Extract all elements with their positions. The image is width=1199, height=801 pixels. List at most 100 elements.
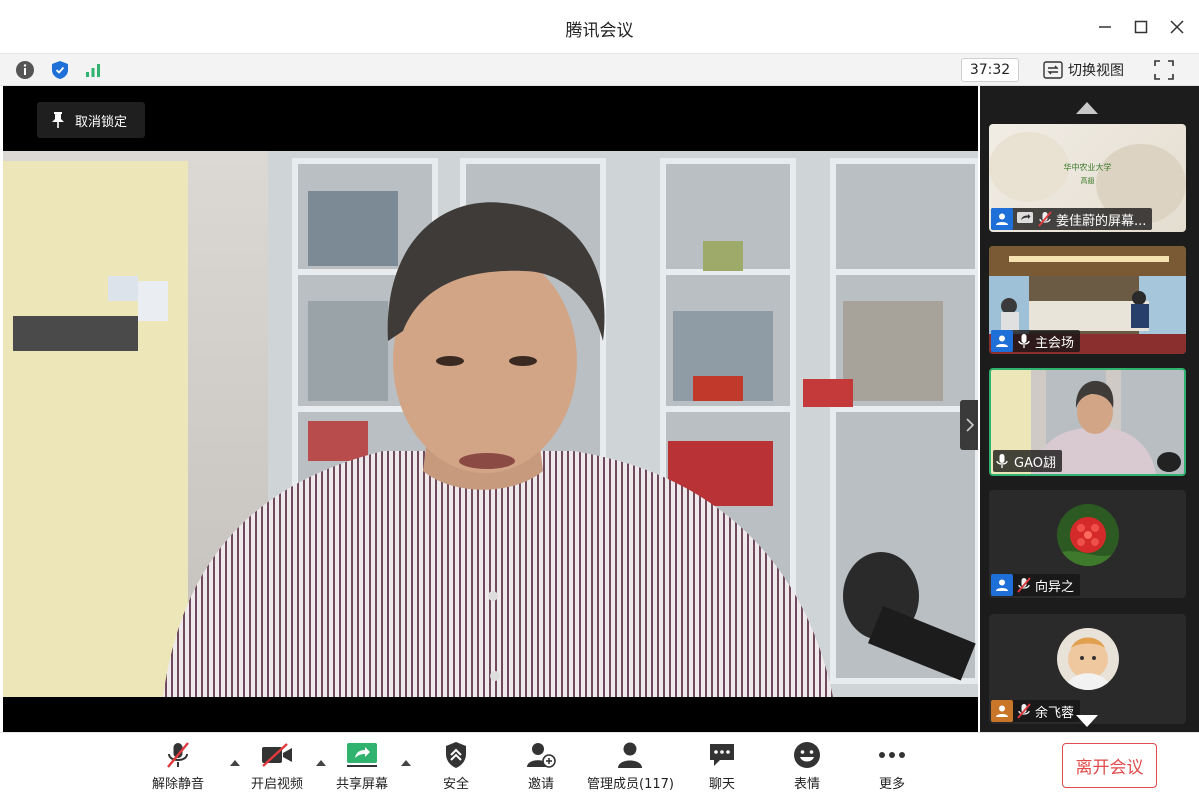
invite-label: 邀请 bbox=[527, 777, 554, 792]
shield-icon bbox=[52, 61, 68, 79]
chat-icon bbox=[710, 744, 734, 766]
unmute-label: 解除静音 bbox=[152, 777, 205, 792]
participant-nameplate: 向异之 bbox=[991, 574, 1081, 596]
caret-up-icon bbox=[230, 760, 240, 766]
user-avatar-icon bbox=[991, 574, 1013, 596]
minimize-button[interactable] bbox=[1090, 12, 1120, 42]
participant-name: 主会场 bbox=[1035, 335, 1075, 351]
fullscreen-button[interactable] bbox=[1153, 59, 1177, 81]
video-options-caret[interactable] bbox=[315, 753, 327, 766]
caret-up-icon bbox=[316, 760, 326, 766]
participant-name: 余飞蓉 bbox=[1035, 705, 1075, 721]
invite-button[interactable]: 邀请 bbox=[525, 741, 557, 792]
fullscreen-icon bbox=[1154, 60, 1174, 80]
minimize-icon bbox=[1099, 26, 1111, 28]
slide-title: 华中农业大学 bbox=[1063, 163, 1112, 172]
speaker-video bbox=[3, 151, 978, 697]
participant-avatar bbox=[1057, 628, 1119, 690]
share-options-caret[interactable] bbox=[400, 753, 412, 766]
maximize-icon bbox=[1134, 20, 1148, 34]
security-status-button[interactable] bbox=[49, 59, 71, 81]
unmute-button[interactable]: 解除静音 bbox=[152, 741, 204, 792]
add-user-icon bbox=[527, 743, 556, 768]
window-title: 腾讯会议 bbox=[565, 21, 634, 41]
security-button[interactable]: 安全 bbox=[440, 741, 472, 792]
user-avatar-icon bbox=[991, 208, 1013, 230]
smiley-icon bbox=[794, 742, 820, 768]
signal-strength-icon bbox=[86, 64, 100, 77]
share-screen-icon bbox=[347, 743, 377, 767]
scroll-up-button[interactable] bbox=[1075, 100, 1099, 114]
switch-view-icon bbox=[1043, 61, 1063, 79]
speaker-video-image bbox=[3, 151, 978, 697]
meeting-info-button[interactable] bbox=[14, 59, 36, 81]
participant-nameplate: 主会场 bbox=[991, 330, 1081, 352]
meeting-toolbar: 解除静音 开启视频 共享屏幕 安全 邀请 管理成员(117) 聊天 表情 更多 … bbox=[0, 732, 1199, 801]
network-status-button[interactable] bbox=[82, 59, 104, 81]
leave-meeting-button[interactable]: 离开会议 bbox=[1062, 743, 1157, 788]
user-avatar-icon bbox=[991, 700, 1013, 722]
participant-tile-active-speaker[interactable]: GAO翃 bbox=[989, 368, 1186, 476]
main-video-area[interactable]: 取消锁定 bbox=[3, 86, 978, 732]
audio-options-caret[interactable] bbox=[229, 753, 241, 766]
meeting-info-bar: 37:32 切换视图 bbox=[0, 54, 1199, 86]
caret-up-icon bbox=[1076, 102, 1098, 114]
more-dots-icon bbox=[879, 752, 905, 758]
unpin-button[interactable]: 取消锁定 bbox=[37, 102, 145, 138]
unpin-label: 取消锁定 bbox=[75, 114, 128, 130]
more-button[interactable]: 更多 bbox=[876, 741, 908, 792]
members-icon bbox=[618, 742, 643, 768]
maximize-button[interactable] bbox=[1126, 12, 1156, 42]
participant-tile[interactable]: 华中农业大学 高翅 姜佳蔚的屏幕... bbox=[989, 124, 1186, 232]
participant-nameplate: 姜佳蔚的屏幕... bbox=[991, 208, 1153, 230]
manage-members-button[interactable]: 管理成员(117) bbox=[587, 741, 674, 792]
participant-sidebar: 华中农业大学 高翅 姜佳蔚的屏幕... 主会场 GAO翃 向异之 余飞蓉 bbox=[980, 86, 1199, 732]
slide-subtitle: 高翅 bbox=[1080, 177, 1095, 185]
mic-muted-icon bbox=[167, 742, 189, 768]
share-screen-label: 共享屏幕 bbox=[336, 777, 389, 792]
mic-icon bbox=[996, 454, 1008, 468]
pin-icon bbox=[52, 112, 64, 128]
manage-members-label: 管理成员(117) bbox=[587, 777, 674, 792]
close-icon bbox=[1170, 20, 1184, 34]
participant-name: 姜佳蔚的屏幕... bbox=[1056, 213, 1147, 229]
info-icon bbox=[16, 61, 34, 79]
caret-down-icon bbox=[1076, 715, 1098, 727]
security-label: 安全 bbox=[442, 777, 469, 792]
reactions-label: 表情 bbox=[793, 777, 820, 792]
mic-muted-icon bbox=[1017, 577, 1031, 593]
participant-tile[interactable]: 主会场 bbox=[989, 246, 1186, 354]
title-bar: 腾讯会议 bbox=[0, 0, 1199, 54]
participant-name: 向异之 bbox=[1035, 579, 1075, 595]
collapse-sidebar-button[interactable] bbox=[960, 400, 978, 450]
caret-up-icon bbox=[401, 760, 411, 766]
camera-off-icon bbox=[262, 743, 292, 767]
chevron-right-icon bbox=[966, 418, 975, 432]
meeting-timer: 37:32 bbox=[961, 58, 1019, 82]
participant-avatar bbox=[1057, 504, 1119, 566]
chat-label: 聊天 bbox=[708, 777, 735, 792]
participant-tile[interactable]: 向异之 bbox=[989, 490, 1186, 598]
reactions-button[interactable]: 表情 bbox=[791, 741, 823, 792]
mic-muted-icon bbox=[1017, 703, 1031, 719]
chat-button[interactable]: 聊天 bbox=[706, 741, 738, 792]
shield-icon bbox=[446, 742, 466, 768]
start-video-button[interactable]: 开启视频 bbox=[251, 741, 303, 792]
flower-avatar-image bbox=[1057, 504, 1119, 566]
participant-nameplate: 余飞蓉 bbox=[991, 700, 1081, 722]
participant-tile[interactable]: 余飞蓉 bbox=[989, 614, 1186, 724]
mic-icon bbox=[1018, 334, 1030, 348]
participant-name: GAO翃 bbox=[1014, 455, 1056, 471]
switch-view-button[interactable]: 切换视图 bbox=[1043, 58, 1124, 82]
start-video-label: 开启视频 bbox=[251, 777, 304, 792]
user-avatar-icon bbox=[991, 330, 1013, 352]
scroll-down-button[interactable] bbox=[1075, 713, 1099, 727]
close-button[interactable] bbox=[1162, 12, 1192, 42]
participant-nameplate: GAO翃 bbox=[993, 450, 1062, 472]
share-screen-button[interactable]: 共享屏幕 bbox=[336, 741, 388, 792]
screen-share-icon bbox=[1017, 212, 1033, 223]
cartoon-avatar-image bbox=[1057, 628, 1119, 690]
more-label: 更多 bbox=[878, 777, 905, 792]
switch-view-label: 切换视图 bbox=[1068, 63, 1124, 79]
mic-muted-icon bbox=[1038, 211, 1052, 227]
